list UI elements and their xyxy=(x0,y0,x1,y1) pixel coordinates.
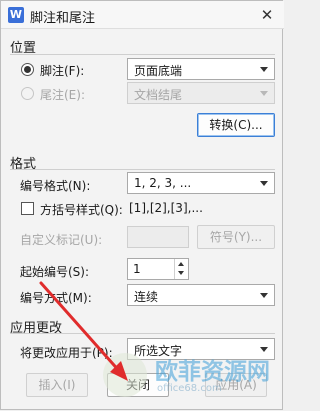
footnote-position-select[interactable]: 页面底端 xyxy=(127,58,275,80)
symbol-button[interactable]: 符号(Y)... xyxy=(197,225,275,249)
numbering-select[interactable]: 连续 xyxy=(127,284,275,306)
numbering-label: 编号方式(M): xyxy=(20,291,92,305)
divider xyxy=(10,54,275,55)
spin-up-icon[interactable] xyxy=(178,262,184,266)
footnote-label: 脚注(F): xyxy=(40,64,85,78)
bracket-style-label: 方括号样式(Q): xyxy=(40,203,123,217)
start-at-value: 1 xyxy=(133,262,141,276)
footnote-position-value: 页面底端 xyxy=(134,64,183,78)
number-format-label: 编号格式(N): xyxy=(20,179,91,193)
custom-mark-input[interactable] xyxy=(127,226,189,248)
divider xyxy=(10,169,275,170)
start-at-spinner[interactable]: 1 xyxy=(127,258,189,280)
bracket-style-checkbox[interactable] xyxy=(21,202,34,215)
apply-to-select[interactable]: 所选文字 xyxy=(127,338,275,360)
convert-button[interactable]: 转换(C)... xyxy=(197,113,275,137)
apply-to-value: 所选文字 xyxy=(134,344,183,358)
chevron-down-icon xyxy=(260,181,268,186)
dialog-title: 脚注和尾注 xyxy=(30,11,96,26)
endnote-radio[interactable] xyxy=(21,87,34,100)
footnote-endnote-dialog: W 脚注和尾注 ✕ 位置 脚注(F): 页面底端 尾注(E): 文档结尾 转换(… xyxy=(0,0,284,410)
apply-button[interactable]: 应用(A) xyxy=(205,373,267,397)
start-at-label: 起始编号(S): xyxy=(20,265,90,279)
endnote-position-select[interactable]: 文档结尾 xyxy=(127,82,275,104)
close-button[interactable]: 关闭 xyxy=(107,373,169,397)
endnote-position-value: 文档结尾 xyxy=(134,88,183,102)
chevron-down-icon xyxy=(260,293,268,298)
bracket-style-sample: [1],[2],[3],... xyxy=(129,201,203,215)
custom-mark-label: 自定义标记(U): xyxy=(20,233,103,247)
chevron-down-icon xyxy=(260,347,268,352)
apply-to-label: 将更改应用于(P): xyxy=(20,346,113,360)
close-icon[interactable]: ✕ xyxy=(257,5,277,25)
chevron-down-icon xyxy=(260,67,268,72)
footnote-radio[interactable] xyxy=(21,63,34,76)
spin-down-icon[interactable] xyxy=(178,271,184,275)
divider xyxy=(10,333,275,334)
title-bar: W 脚注和尾注 ✕ xyxy=(1,1,284,29)
endnote-label: 尾注(E): xyxy=(40,88,85,102)
numbering-value: 连续 xyxy=(134,290,159,304)
number-format-value: 1, 2, 3, ... xyxy=(134,176,192,190)
chevron-down-icon xyxy=(260,91,268,96)
insert-button[interactable]: 插入(I) xyxy=(26,373,88,397)
spinner-buttons[interactable] xyxy=(174,259,188,279)
wps-writer-icon: W xyxy=(8,7,24,23)
number-format-select[interactable]: 1, 2, 3, ... xyxy=(127,172,275,194)
